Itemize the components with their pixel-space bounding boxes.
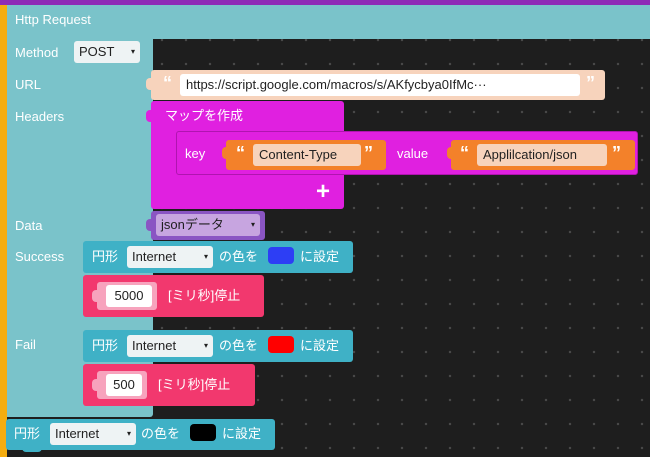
http-request-top [153, 5, 650, 39]
fail-target-value: Internet [132, 338, 177, 353]
final-target-dropdown[interactable]: Internet ▾ [50, 423, 136, 445]
url-text[interactable]: https://script.google.com/macros/s/AKfyc… [180, 74, 580, 96]
chevron-down-icon: ▾ [126, 429, 131, 438]
success-set-suffix: に設定 [300, 249, 340, 264]
data-variable-dropdown[interactable]: jsonデータ ▾ [156, 214, 260, 236]
method-label: Method [15, 45, 59, 60]
http-request-title: Http Request [15, 12, 91, 27]
map-add-button[interactable]: + [308, 178, 338, 206]
plus-icon: + [315, 178, 330, 205]
success-color-swatch[interactable] [268, 247, 294, 264]
success-label: Success [15, 249, 65, 264]
final-set-middle: の色を [141, 426, 181, 441]
value-quote-open-icon: “ [460, 143, 469, 163]
final-block-notch [22, 448, 42, 452]
key-quote-close-icon: ” [364, 143, 373, 163]
value-text[interactable]: Applilcation/json [477, 144, 607, 166]
headers-label: Headers [15, 109, 65, 124]
url-label: URL [15, 77, 42, 92]
success-set-middle: の色を [219, 249, 259, 264]
fail-set-prefix: 円形 [92, 338, 119, 353]
fail-wait-label: [ミリ秒]停止 [158, 377, 231, 392]
success-set-prefix: 円形 [92, 249, 119, 264]
quote-close-icon: ” [586, 73, 595, 93]
chevron-down-icon: ▾ [203, 252, 208, 261]
chevron-down-icon: ▾ [203, 341, 208, 350]
data-label: Data [15, 218, 43, 233]
fail-target-dropdown[interactable]: Internet ▾ [127, 335, 213, 357]
fail-set-suffix: に設定 [300, 338, 340, 353]
method-dropdown[interactable]: POST ▾ [74, 41, 140, 63]
fail-wait-input[interactable]: 500 [106, 374, 142, 396]
success-wait-label: [ミリ秒]停止 [168, 288, 241, 303]
success-target-value: Internet [132, 249, 177, 264]
map-title: マップを作成 [165, 108, 244, 123]
final-set-prefix: 円形 [14, 426, 41, 441]
chevron-down-icon: ▾ [250, 220, 255, 229]
final-color-swatch[interactable] [190, 424, 216, 441]
fail-set-middle: の色を [219, 338, 259, 353]
data-variable-name: jsonデータ [161, 217, 224, 232]
event-hat-edge [0, 0, 7, 457]
method-value: POST [79, 44, 115, 59]
success-target-dropdown[interactable]: Internet ▾ [127, 246, 213, 268]
key-quote-open-icon: “ [236, 143, 245, 163]
fail-color-swatch[interactable] [268, 336, 294, 353]
final-set-suffix: に設定 [222, 426, 262, 441]
fail-label: Fail [15, 337, 36, 352]
key-text[interactable]: Content-Type [253, 144, 361, 166]
quote-open-icon: “ [163, 73, 172, 93]
key-label: key [185, 146, 206, 161]
value-quote-close-icon: ” [612, 143, 621, 163]
success-wait-input[interactable]: 5000 [106, 285, 152, 307]
value-label: value [397, 146, 429, 161]
final-target-value: Internet [55, 426, 100, 441]
chevron-down-icon: ▾ [130, 47, 135, 56]
